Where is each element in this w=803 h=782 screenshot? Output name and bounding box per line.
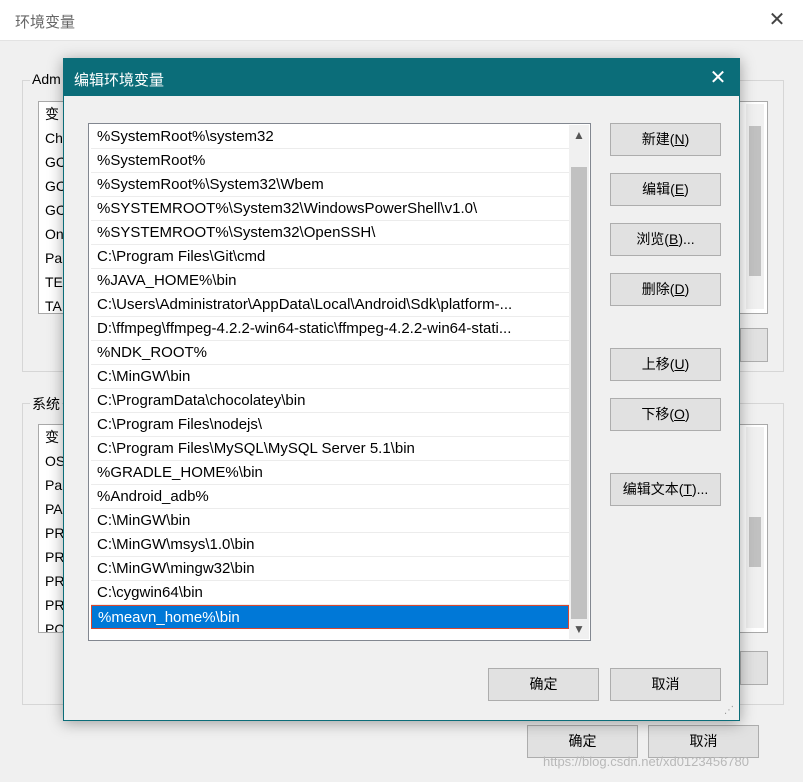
delete-button-label-end: ) — [684, 281, 690, 297]
path-list[interactable]: %SystemRoot%\system32 %SystemRoot% %System… — [88, 123, 591, 641]
move-down-button[interactable]: 下移(O) — [610, 398, 721, 431]
move-up-button[interactable]: 上移(U) — [610, 348, 721, 381]
dialog-titlebar: 编辑环境变量 ✕ — [64, 59, 739, 96]
system-variables-button[interactable] — [740, 651, 768, 685]
path-list-item[interactable]: %SYSTEMROOT%\System32\OpenSSH\ — [91, 221, 569, 245]
dialog-close-icon[interactable]: ✕ — [702, 63, 734, 93]
path-list-item[interactable]: %SystemRoot%\system32 — [91, 125, 569, 149]
path-list-item[interactable]: C:\ProgramData\chocolatey\bin — [91, 389, 569, 413]
parent-window-titlebar: 环境变量 ✕ — [0, 0, 803, 41]
system-variables-scrollbar[interactable] — [746, 427, 764, 628]
edit-text-button-accesskey: T — [683, 481, 692, 497]
system-variables-group-label: 系统 — [30, 394, 62, 414]
user-variables-button[interactable] — [740, 328, 768, 362]
move-down-button-accesskey: O — [674, 406, 685, 422]
path-list-item[interactable]: C:\Program Files\nodejs\ — [91, 413, 569, 437]
path-list-item[interactable]: C:\cygwin64\bin — [91, 581, 569, 605]
delete-button-accesskey: D — [674, 281, 685, 297]
path-list-item[interactable]: D:\ffmpeg\ffmpeg-4.2.2-win64-static\ffmp… — [91, 317, 569, 341]
scroll-up-icon[interactable]: ▲ — [569, 125, 589, 145]
user-variables-scrollbar[interactable] — [746, 104, 764, 309]
new-button-label-end: ) — [684, 131, 690, 147]
path-list-scrollbar[interactable]: ▲ ▼ — [569, 125, 589, 639]
watermark: https://blog.csdn.net/xd0123456780 — [543, 754, 749, 769]
path-list-item[interactable]: %SystemRoot% — [91, 149, 569, 173]
path-list-item[interactable]: %SYSTEMROOT%\System32\WindowsPowerShell\… — [91, 197, 569, 221]
delete-button[interactable]: 删除(D) — [610, 273, 721, 306]
path-list-item[interactable]: %GRADLE_HOME%\bin — [91, 461, 569, 485]
edit-text-button-label: 编辑文本( — [622, 481, 684, 497]
dialog-cancel-button[interactable]: 取消 — [610, 668, 721, 701]
move-up-button-label: 上移( — [641, 356, 675, 372]
browse-button-label: 浏览( — [636, 231, 669, 247]
dialog-ok-button[interactable]: 确定 — [488, 668, 599, 701]
path-list-item[interactable]: %JAVA_HOME%\bin — [91, 269, 569, 293]
browse-button-label-end: )... — [678, 231, 695, 247]
path-list-item[interactable]: C:\Users\Administrator\AppData\Local\And… — [91, 293, 569, 317]
new-button-accesskey: N — [674, 131, 685, 147]
scroll-down-icon[interactable]: ▼ — [569, 619, 589, 639]
move-down-button-label: 下移( — [641, 406, 675, 422]
browse-button-accesskey: B — [668, 231, 679, 247]
edit-text-button[interactable]: 编辑文本(T)... — [610, 473, 721, 506]
user-variables-group-label: Adm — [30, 71, 63, 87]
new-button-label: 新建( — [641, 131, 675, 147]
resize-grip-icon[interactable]: ⋰ — [724, 705, 736, 717]
edit-env-variable-dialog: 编辑环境变量 ✕ %SystemRoot%\system32 %SystemRoo… — [63, 58, 740, 721]
path-list-item[interactable]: C:\MinGW\mingw32\bin — [91, 557, 569, 581]
path-list-item-selected[interactable]: %meavn_home%\bin — [91, 605, 569, 629]
browse-button[interactable]: 浏览(B)... — [610, 223, 721, 256]
move-up-button-label-end: ) — [684, 356, 690, 372]
delete-button-label: 删除( — [641, 281, 675, 297]
path-list-item[interactable]: C:\MinGW\msys\1.0\bin — [91, 533, 569, 557]
edit-button-label-end: ) — [684, 181, 689, 197]
path-list-item[interactable]: %SystemRoot%\System32\Wbem — [91, 173, 569, 197]
parent-close-icon[interactable]: ✕ — [762, 6, 792, 34]
path-list-item[interactable]: C:\MinGW\bin — [91, 365, 569, 389]
dialog-title: 编辑环境变量 — [74, 72, 165, 89]
new-button[interactable]: 新建(N) — [610, 123, 721, 156]
path-list-item[interactable]: C:\MinGW\bin — [91, 509, 569, 533]
user-variables-scroll-thumb[interactable] — [749, 126, 761, 276]
edit-button[interactable]: 编辑(E) — [610, 173, 721, 206]
parent-window-title: 环境变量 — [15, 14, 76, 31]
edit-button-label: 编辑( — [642, 181, 675, 197]
path-list-item[interactable]: C:\Program Files\Git\cmd — [91, 245, 569, 269]
path-list-item[interactable]: %Android_adb% — [91, 485, 569, 509]
path-list-item[interactable]: %NDK_ROOT% — [91, 341, 569, 365]
move-down-button-label-end: ) — [684, 406, 690, 422]
edit-text-button-label-end: )... — [691, 481, 709, 497]
system-variables-scroll-thumb[interactable] — [749, 517, 761, 567]
path-list-item[interactable]: C:\Program Files\MySQL\MySQL Server 5.1\… — [91, 437, 569, 461]
edit-button-accesskey: E — [674, 181, 685, 197]
path-list-scroll-thumb[interactable] — [571, 167, 587, 619]
move-up-button-accesskey: U — [674, 356, 685, 372]
